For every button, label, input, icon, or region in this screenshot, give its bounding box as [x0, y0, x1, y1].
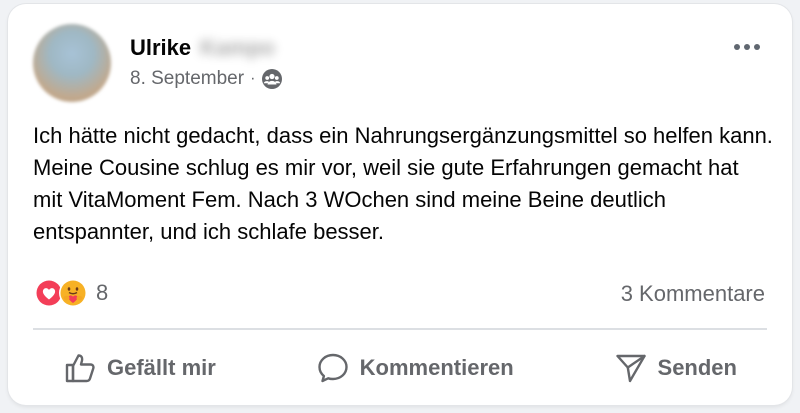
like-button[interactable]: Gefällt mir	[33, 351, 246, 385]
care-reaction-icon	[59, 279, 87, 307]
more-dot-icon	[754, 44, 760, 50]
send-icon	[615, 354, 646, 383]
actions-divider	[33, 328, 767, 330]
comment-icon	[317, 353, 348, 383]
send-button[interactable]: Senden	[584, 351, 767, 385]
meta-separator: ·	[250, 70, 256, 87]
comment-label: Kommentieren	[359, 355, 514, 380]
post-card: Ulrike Kampo 8. September · Ich hätte ni…	[8, 4, 792, 405]
more-options-button[interactable]	[730, 34, 764, 60]
reactions-summary[interactable]: 8	[34, 278, 108, 308]
comment-button[interactable]: Kommentieren	[286, 351, 544, 385]
reaction-count: 8	[96, 280, 109, 305]
post-text: Ich hätte nicht gedacht, dass ein Nahrun…	[33, 123, 773, 244]
send-label: Senden	[657, 355, 737, 380]
author-first-name[interactable]: Ulrike	[130, 35, 191, 61]
author-avatar[interactable]	[33, 24, 111, 102]
thumbs-up-icon	[65, 354, 95, 383]
post-date[interactable]: 8. September	[130, 68, 244, 90]
action-bar: Gefällt mir Kommentieren Senden	[33, 344, 767, 392]
post-meta: 8. September ·	[130, 68, 283, 90]
comments-count-link[interactable]: 3 Kommentare	[621, 281, 765, 307]
more-dot-icon	[744, 44, 750, 50]
more-dot-icon	[734, 44, 740, 50]
author-last-name-blurred: Kampo	[200, 35, 275, 60]
author-name[interactable]: Ulrike Kampo	[130, 35, 275, 61]
like-label: Gefällt mir	[107, 355, 216, 380]
group-icon[interactable]	[261, 68, 283, 90]
